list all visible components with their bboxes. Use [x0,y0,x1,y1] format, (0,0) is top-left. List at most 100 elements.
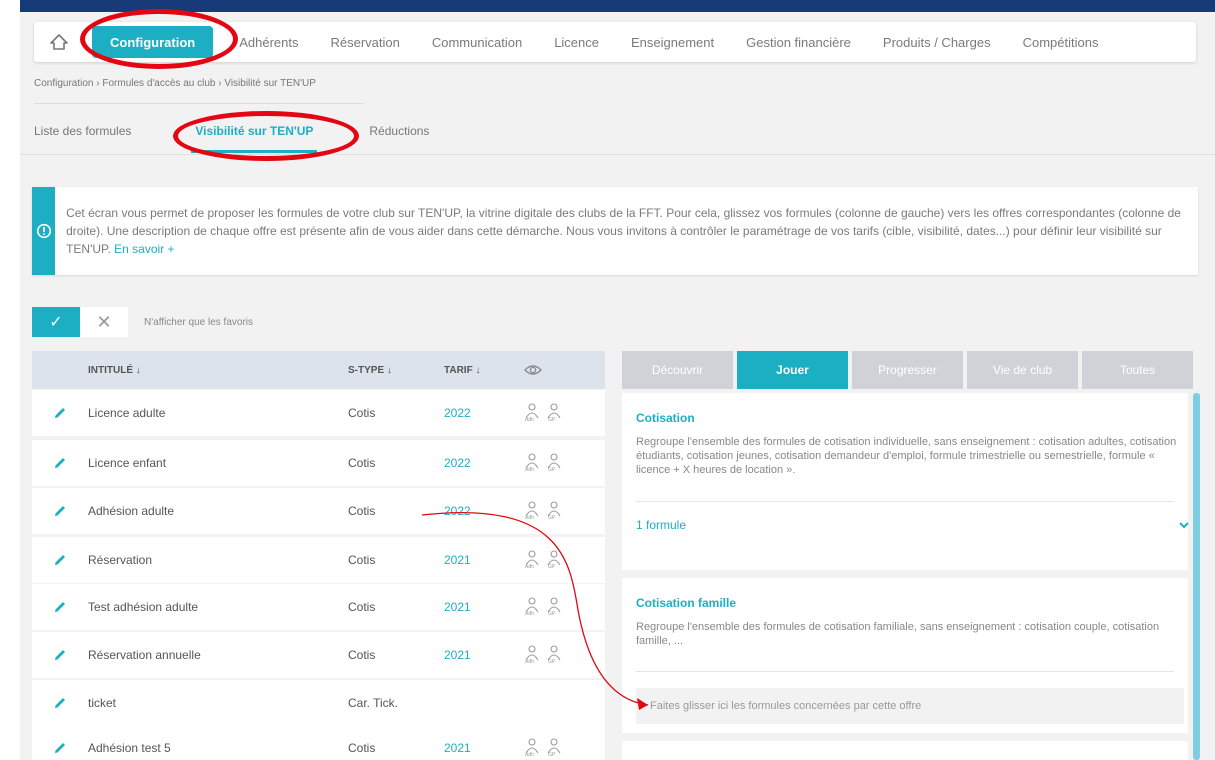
formula-tarif[interactable]: 2022 [444,406,524,420]
nav-competitions[interactable]: Compétitions [1007,22,1115,62]
favorites-on-button[interactable]: ✓ [32,307,80,337]
formula-name: Licence adulte [88,406,166,420]
formula-tarif[interactable]: 2021 [444,600,524,614]
top-band [0,0,1215,12]
offer-divider [636,671,1174,672]
nav-communication[interactable]: Communication [416,22,538,62]
edit-pencil-icon[interactable] [32,405,88,421]
formula-stype: Cotis [348,648,376,662]
adherent-icon[interactable]: Adh [524,402,540,424]
edit-pencil-icon[interactable] [32,503,88,519]
nav-gestion-financiere[interactable]: Gestion financière [730,22,867,62]
info-text: Cet écran vous permet de proposer les fo… [55,187,1198,275]
visibility-icons: Adh GP [524,549,594,571]
grand-public-icon[interactable]: GP [546,452,562,474]
grand-public-icon[interactable]: GP [546,596,562,618]
offer-title: Cotisation famille [636,596,737,610]
tab-decouvrir[interactable]: Découvrir [622,351,733,389]
column-header-stype[interactable]: S-TYPE ↓ [348,365,444,376]
offer-description: Regroupe l'ensemble des formules de coti… [636,621,1160,647]
formula-stype: Cotis [348,456,376,470]
grand-public-icon[interactable]: GP [546,500,562,522]
section-divider [20,154,1215,155]
tab-progresser[interactable]: Progresser [852,351,963,389]
table-row[interactable]: Adhésion adulte Cotis 2022 Adh GP [32,488,605,534]
adherent-icon[interactable]: Adh [524,549,540,571]
column-header-intitule[interactable]: INTITULÉ ↓ [88,365,348,376]
offer-description: Regroupe l'ensemble des formules de coti… [636,436,1177,476]
grand-public-icon[interactable]: GP [546,737,562,759]
formula-name: Réservation annuelle [88,648,201,662]
visibility-icons: Adh GP [524,737,594,759]
adherent-icon[interactable]: Adh [524,500,540,522]
adherent-icon[interactable]: Adh [524,737,540,759]
formula-tarif[interactable]: 2022 [444,456,524,470]
table-row[interactable]: Adhésion test 5 Cotis 2021 Adh GP [32,725,605,760]
eye-icon[interactable] [524,363,594,377]
adherent-icon[interactable]: Adh [524,452,540,474]
grand-public-icon[interactable]: GP [546,402,562,424]
gp-label: GP [548,467,556,471]
offers-scrollbar[interactable] [1193,393,1200,760]
drop-zone[interactable]: Faites glisser ici les formules concerné… [636,688,1184,724]
formula-name: Adhésion test 5 [88,741,171,755]
home-icon[interactable] [34,22,84,62]
tab-visibilite-tenup[interactable]: Visibilité sur TEN'UP [191,118,318,153]
offer-title: Cotisation [636,411,695,425]
nav-reservation[interactable]: Réservation [314,22,415,62]
tab-jouer[interactable]: Jouer [737,351,848,389]
chevron-down-icon[interactable] [1178,518,1190,536]
formula-name: ticket [88,696,117,710]
edit-pencil-icon[interactable] [32,552,88,568]
edit-pencil-icon[interactable] [32,740,88,756]
learn-more-link[interactable]: En savoir + [114,242,174,256]
formula-stype: Cotis [348,553,376,567]
adherent-icon[interactable]: Adh [524,596,540,618]
nav-configuration[interactable]: Configuration [92,26,214,58]
formula-tarif[interactable]: 2021 [444,741,524,755]
visibility-icons: Adh GP [524,644,594,666]
table-header: INTITULÉ ↓ S-TYPE ↓ TARIF ↓ [32,351,605,389]
nav-adherents[interactable]: Adhérents [223,22,314,62]
adh-label: Adh [525,467,534,471]
table-row[interactable]: ticket Car. Tick. [32,680,605,726]
table-row[interactable]: Licence enfant Cotis 2022 Adh GP [32,440,605,486]
offer-card-cotisation-famille: Cotisation famille Regroupe l'ensemble d… [622,578,1188,733]
table-row[interactable]: Licence adulte Cotis 2022 Adh GP [32,390,605,436]
edit-pencil-icon[interactable] [32,695,88,711]
tab-vie-de-club[interactable]: Vie de club [967,351,1078,389]
formula-tarif[interactable]: 2022 [444,504,524,518]
nav-licence[interactable]: Licence [538,22,615,62]
formula-tarif[interactable]: 2021 [444,553,524,567]
grand-public-icon[interactable]: GP [546,549,562,571]
sub-tabs: Liste des formules Visibilité sur TEN'UP… [34,118,485,153]
adh-label: Adh [525,611,534,615]
favorites-label: N'afficher que les favoris [144,316,253,328]
alert-circle-icon [32,187,56,275]
adh-label: Adh [525,417,534,421]
tab-liste-formules[interactable]: Liste des formules [34,118,131,153]
formula-tarif[interactable]: 2021 [444,648,524,662]
adherent-icon[interactable]: Adh [524,644,540,666]
edit-pencil-icon[interactable] [32,647,88,663]
gp-label: GP [548,611,556,615]
table-row[interactable]: Test adhésion adulte Cotis 2021 Adh GP [32,584,605,630]
grand-public-icon[interactable]: GP [546,644,562,666]
edit-pencil-icon[interactable] [32,455,88,471]
visibility-icons: Adh GP [524,452,594,474]
tab-toutes[interactable]: Toutes [1082,351,1193,389]
column-header-tarif[interactable]: TARIF ↓ [444,365,524,376]
visibility-icons: Adh GP [524,596,594,618]
formula-stype: Cotis [348,504,376,518]
offer-formula-count[interactable]: 1 formule [636,518,686,532]
edit-pencil-icon[interactable] [32,599,88,615]
category-tabs: Découvrir Jouer Progresser Vie de club T… [622,351,1193,389]
nav-enseignement[interactable]: Enseignement [615,22,730,62]
table-row[interactable]: Réservation Cotis 2021 Adh GP [32,537,605,583]
gp-label: GP [548,417,556,421]
favorites-off-button[interactable]: ✕ [80,307,128,337]
tab-reductions[interactable]: Réductions [369,118,429,153]
nav-produits-charges[interactable]: Produits / Charges [867,22,1007,62]
formula-stype: Car. Tick. [348,696,399,710]
table-row[interactable]: Réservation annuelle Cotis 2021 Adh GP [32,632,605,678]
